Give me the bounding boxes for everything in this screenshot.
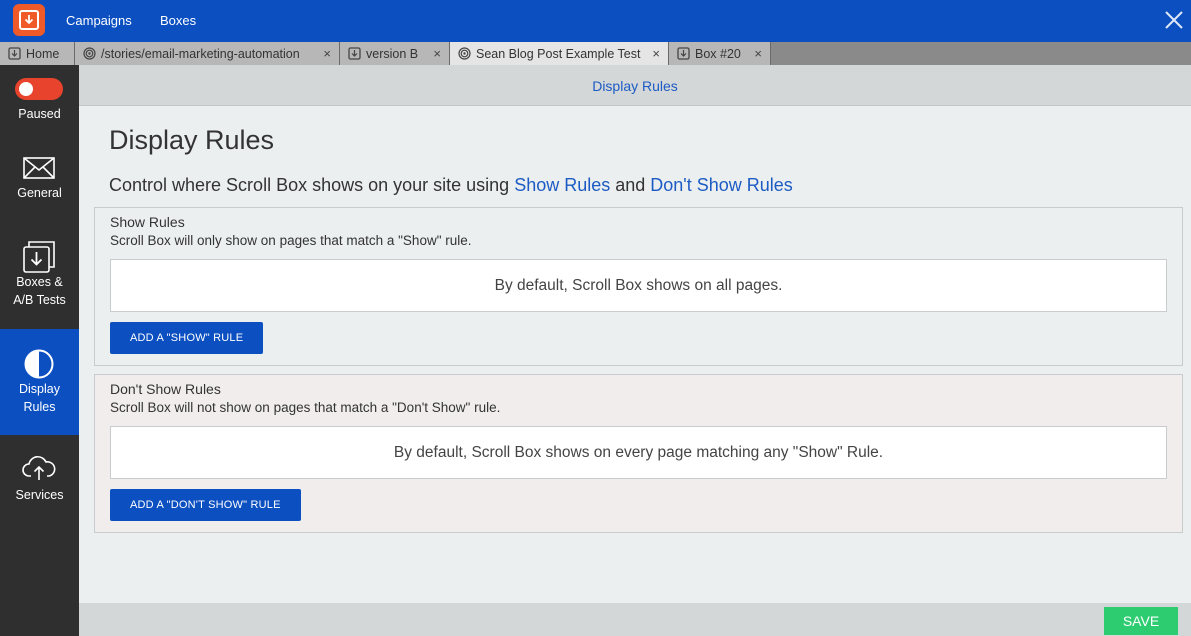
- sidebar-item-label: A/B Tests: [13, 293, 66, 307]
- sidebar-item-label: Display: [19, 382, 60, 396]
- nav-boxes[interactable]: Boxes: [160, 0, 196, 42]
- envelope-icon: [23, 157, 55, 179]
- intro-text: Control where Scroll Box shows on your s…: [109, 175, 793, 196]
- panel-description: Scroll Box will only show on pages that …: [110, 233, 472, 248]
- toggle-knob: [19, 82, 33, 96]
- tab-sean-blog-post[interactable]: Sean Blog Post Example Test ×: [450, 42, 669, 65]
- sidebar-item-services[interactable]: Services: [0, 445, 79, 515]
- main-content: Display Rules Display Rules Control wher…: [79, 65, 1191, 636]
- dont-show-rules-panel: Don't Show Rules Scroll Box will not sho…: [94, 374, 1183, 533]
- dont-show-rules-list: By default, Scroll Box shows on every pa…: [110, 426, 1167, 479]
- footer-bar: SAVE: [79, 603, 1191, 636]
- panel-title: Show Rules: [110, 214, 185, 230]
- subheader: Display Rules: [79, 65, 1191, 106]
- sidebar-item-general[interactable]: General: [0, 143, 79, 219]
- intro-and: and: [610, 175, 651, 195]
- tab-close-icon[interactable]: ×: [644, 46, 660, 61]
- panel-description: Scroll Box will not show on pages that m…: [110, 400, 501, 415]
- save-button[interactable]: SAVE: [1104, 607, 1178, 635]
- tab-box-20[interactable]: Box #20 ×: [669, 42, 771, 65]
- tab-version-b[interactable]: version B ×: [340, 42, 450, 65]
- tab-close-icon[interactable]: ×: [425, 46, 441, 61]
- sidebar-item-boxes[interactable]: Boxes & A/B Tests: [0, 230, 79, 320]
- paused-toggle[interactable]: [15, 78, 63, 100]
- panel-title: Don't Show Rules: [110, 381, 221, 397]
- show-rules-list: By default, Scroll Box shows on all page…: [110, 259, 1167, 312]
- sidebar-item-label: Rules: [23, 400, 56, 414]
- add-show-rule-button[interactable]: ADD A "SHOW" RULE: [110, 322, 264, 354]
- cloud-upload-icon: [22, 456, 56, 480]
- tab-bar: Home /stories/email-marketing-automation…: [0, 42, 1191, 65]
- tab-close-icon[interactable]: ×: [746, 46, 762, 61]
- status-label: Paused: [18, 107, 61, 121]
- tab-stories[interactable]: /stories/email-marketing-automation ×: [75, 42, 340, 65]
- add-dont-show-rule-button[interactable]: ADD A "DON'T SHOW" RULE: [110, 489, 301, 521]
- tab-label: version B: [366, 46, 419, 61]
- sidebar: Paused General Boxes & A/B Tests Display…: [0, 65, 79, 636]
- sidebar-item-display-rules[interactable]: Display Rules: [0, 329, 79, 435]
- status-toggle-item[interactable]: Paused: [0, 65, 79, 135]
- download-box-icon: [23, 241, 55, 273]
- tab-label: Sean Blog Post Example Test: [476, 46, 641, 61]
- download-box-icon: [19, 10, 39, 30]
- box-icon: [8, 47, 21, 60]
- target-icon: [83, 47, 96, 60]
- top-bar: Campaigns Boxes: [0, 0, 1191, 42]
- tab-label: Home: [26, 46, 60, 61]
- page-title: Display Rules: [109, 125, 275, 155]
- tab-label: Box #20: [695, 46, 741, 61]
- tab-close-icon[interactable]: ×: [315, 46, 331, 61]
- show-rules-link[interactable]: Show Rules: [514, 175, 610, 195]
- show-rules-panel: Show Rules Scroll Box will only show on …: [94, 207, 1183, 366]
- box-icon: [348, 47, 361, 60]
- tab-label: /stories/email-marketing-automation: [101, 46, 300, 61]
- target-icon: [458, 47, 471, 60]
- half-circle-icon: [24, 349, 54, 379]
- sidebar-item-label: Services: [15, 488, 64, 502]
- nav-campaigns[interactable]: Campaigns: [66, 0, 132, 42]
- sidebar-item-label: Boxes &: [16, 275, 63, 289]
- intro-prefix: Control where Scroll Box shows on your s…: [109, 175, 515, 195]
- close-icon[interactable]: [1163, 9, 1185, 31]
- sidebar-item-label: General: [17, 186, 62, 200]
- app-logo[interactable]: [13, 4, 45, 36]
- dont-show-rules-link[interactable]: Don't Show Rules: [650, 175, 793, 195]
- subheader-link[interactable]: Display Rules: [592, 78, 678, 94]
- tab-home[interactable]: Home: [0, 42, 75, 65]
- box-icon: [677, 47, 690, 60]
